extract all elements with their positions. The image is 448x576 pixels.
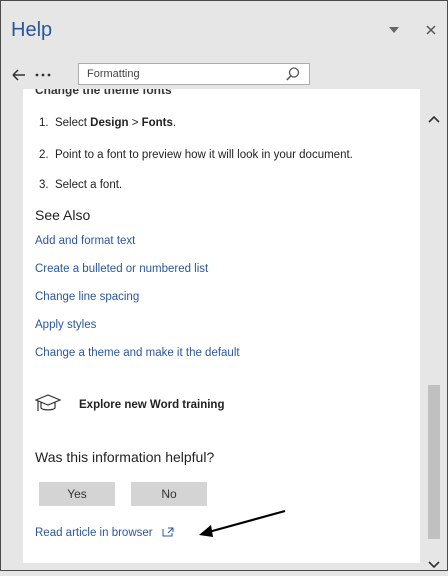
link-change-theme[interactable]: Change a theme and make it the default	[35, 347, 240, 359]
content-scrollbar[interactable]	[426, 99, 442, 573]
external-link-icon	[162, 527, 174, 537]
scroll-up-button[interactable]	[426, 113, 442, 127]
help-search-box[interactable]	[78, 63, 310, 85]
more-options-button[interactable]	[33, 65, 53, 85]
step-2: 2. Point to a font to preview how it wil…	[39, 149, 353, 161]
close-button[interactable]	[422, 21, 440, 39]
chevron-down-icon	[428, 561, 440, 569]
yes-button[interactable]: Yes	[39, 482, 115, 506]
scrollbar-thumb[interactable]	[428, 385, 440, 539]
no-button[interactable]: No	[131, 482, 207, 506]
scroll-down-button[interactable]	[426, 557, 442, 571]
annotation-arrow-icon	[199, 509, 286, 537]
feedback-question: Was this information helpful?	[35, 449, 215, 465]
help-nav-bar	[9, 63, 439, 87]
pane-options-button[interactable]	[385, 21, 403, 39]
search-icon[interactable]	[285, 66, 301, 82]
link-bulleted-list[interactable]: Create a bulleted or numbered list	[35, 263, 208, 275]
close-icon	[426, 25, 436, 35]
more-icon	[35, 73, 51, 77]
step-1: 1. Select Design > Fonts.	[39, 117, 177, 129]
see-also-heading: See Also	[35, 207, 91, 223]
link-apply-styles[interactable]: Apply styles	[35, 319, 96, 331]
article-content: Change the theme fonts 1. Select Design …	[23, 89, 420, 563]
graduation-cap-icon	[35, 394, 61, 411]
pane-title: Help	[11, 19, 53, 41]
word-training-link[interactable]: Explore new Word training	[35, 391, 335, 419]
chevron-up-icon	[428, 115, 440, 123]
chevron-down-icon	[389, 27, 399, 33]
link-add-format-text[interactable]: Add and format text	[35, 235, 135, 247]
search-input[interactable]	[87, 66, 277, 82]
section-heading-partial: Change the theme fonts	[35, 89, 172, 97]
help-pane: Help Formatting Change the theme fonts 1…	[0, 0, 448, 571]
link-line-spacing[interactable]: Change line spacing	[35, 291, 139, 303]
read-in-browser-link[interactable]: Read article in browser	[35, 527, 174, 539]
read-in-browser-label: Read article in browser	[35, 527, 153, 539]
step-3: 3. Select a font.	[39, 179, 123, 191]
word-training-label: Explore new Word training	[79, 399, 225, 411]
back-button[interactable]	[9, 65, 29, 85]
back-arrow-icon	[12, 69, 25, 81]
